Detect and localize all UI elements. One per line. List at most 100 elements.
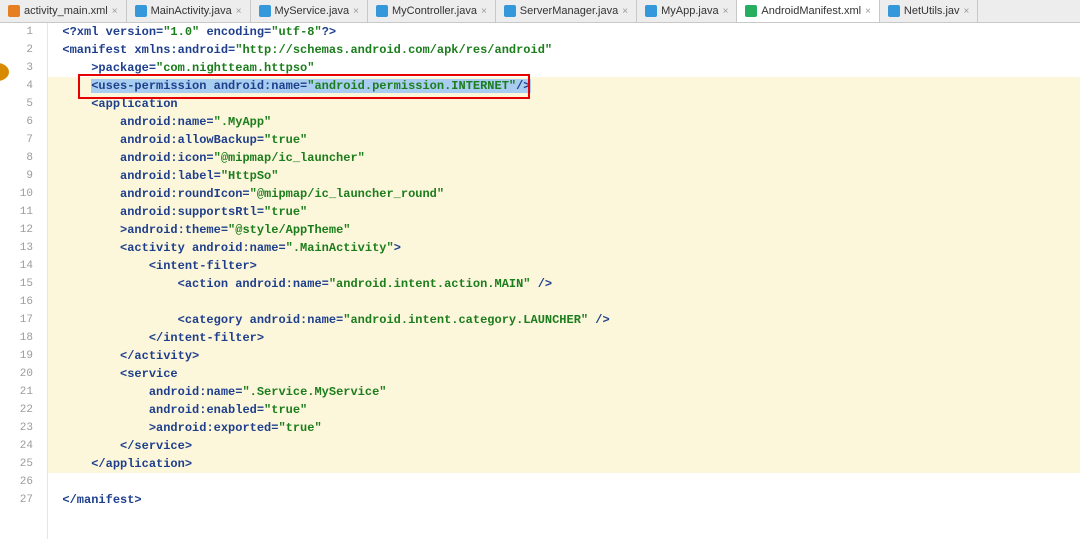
java-file-icon [888, 5, 900, 17]
code-line-27[interactable]: </manifest> [48, 491, 1080, 509]
tab-label: MyApp.java [661, 5, 718, 17]
tab-activity_main-xml[interactable]: activity_main.xml× [0, 0, 127, 22]
code-area[interactable]: <?xml version="1.0" encoding="utf-8"?> <… [48, 23, 1080, 539]
line-number: 17 [0, 311, 47, 329]
code-line-15[interactable]: <action android:name="android.intent.act… [48, 275, 1080, 293]
xml-tag: > [394, 241, 401, 255]
xml-attr: encoding= [199, 25, 271, 39]
code-line-2[interactable]: <manifest xmlns:android="http://schemas.… [48, 41, 1080, 59]
line-number: 13 [0, 239, 47, 257]
xml-tag: </application> [91, 457, 192, 471]
xml-attr: android:name= [149, 385, 243, 399]
code-editor[interactable]: 1234567891011121314151617181920212223242… [0, 23, 1080, 539]
xml-tag: </activity> [120, 349, 199, 363]
xml-value: "1.0" [163, 25, 199, 39]
xml-attr: android:exported= [156, 421, 278, 435]
tab-label: MyController.java [392, 5, 477, 17]
xml-value: ".MyApp" [214, 115, 272, 129]
tab-AndroidManifest-xml[interactable]: AndroidManifest.xml × [737, 0, 880, 22]
code-line-4[interactable]: <uses-permission android:name="android.p… [48, 77, 1080, 95]
xml-value: ".Service.MyService" [242, 385, 386, 399]
xml-value: "@style/AppTheme" [228, 223, 350, 237]
close-icon[interactable]: × [964, 6, 970, 17]
tab-MyController-java[interactable]: MyController.java × [368, 0, 496, 22]
code-line-10[interactable]: android:roundIcon="@mipmap/ic_launcher_r… [48, 185, 1080, 203]
line-number: 23 [0, 419, 47, 437]
xml-tag: <activity [120, 241, 192, 255]
tab-MyService-java[interactable]: MyService.java× [251, 0, 368, 22]
tab-NetUtils-jav[interactable]: NetUtils.jav× [880, 0, 978, 22]
code-line-8[interactable]: android:icon="@mipmap/ic_launcher" [48, 149, 1080, 167]
code-line-13[interactable]: <activity android:name=".MainActivity"> [48, 239, 1080, 257]
code-line-1[interactable]: <?xml version="1.0" encoding="utf-8"?> [48, 23, 1080, 41]
xml-attr: android:enabled= [149, 403, 264, 417]
xml-value: "true" [278, 421, 321, 435]
tab-label: MyService.java [275, 5, 350, 17]
tab-MainActivity-java[interactable]: MainActivity.java× [127, 0, 251, 22]
xml-file-icon [8, 5, 20, 17]
close-icon[interactable]: × [865, 6, 871, 17]
code-line-19[interactable]: </activity> [48, 347, 1080, 365]
line-number: 27 [0, 491, 47, 509]
xml-tag: </manifest> [62, 493, 141, 507]
line-gutter: 1234567891011121314151617181920212223242… [0, 23, 48, 539]
line-number: 26 [0, 473, 47, 491]
line-number: 22 [0, 401, 47, 419]
xml-attr: android:name= [235, 277, 329, 291]
line-number: 18 [0, 329, 47, 347]
code-line-5[interactable]: <application [48, 95, 1080, 113]
editor-tabs: activity_main.xml×MainActivity.java×MySe… [0, 0, 1080, 23]
tab-label: AndroidManifest.xml [761, 5, 861, 17]
code-line-20[interactable]: <service [48, 365, 1080, 383]
line-number: 24 [0, 437, 47, 455]
line-number: 5 [0, 95, 47, 113]
code-line-21[interactable]: android:name=".Service.MyService" [48, 383, 1080, 401]
code-line-18[interactable]: </intent-filter> [48, 329, 1080, 347]
code-line-3[interactable]: >package="com.nightteam.httpso" [48, 59, 1080, 77]
code-line-16[interactable] [48, 293, 1080, 311]
xml-attr: android:label= [120, 169, 221, 183]
xml-tag: </service> [120, 439, 192, 453]
code-line-14[interactable]: <intent-filter> [48, 257, 1080, 275]
tab-ServerManager-java[interactable]: ServerManager.java × [496, 0, 637, 22]
line-number: 4 [0, 77, 47, 95]
xml-tag: <action [178, 277, 236, 291]
line-number: 25 [0, 455, 47, 473]
java-file-icon [645, 5, 657, 17]
xml-value: "com.nightteam.httpso" [156, 61, 314, 75]
code-line-7[interactable]: android:allowBackup="true" [48, 131, 1080, 149]
close-icon[interactable]: × [481, 6, 487, 17]
code-line-22[interactable]: android:enabled="true" [48, 401, 1080, 419]
tab-MyApp-java[interactable]: MyApp.java × [637, 0, 737, 22]
line-number: 21 [0, 383, 47, 401]
xml-attr: android:name= [192, 241, 286, 255]
xml-value: "http://schemas.android.com/apk/res/andr… [235, 43, 552, 57]
xml-tag: /> [588, 313, 610, 327]
code-line-12[interactable]: >android:theme="@style/AppTheme" [48, 221, 1080, 239]
xml-attr: android:name= [250, 313, 344, 327]
code-line-23[interactable]: >android:exported="true" [48, 419, 1080, 437]
close-icon[interactable]: × [112, 6, 118, 17]
xml-value: ".MainActivity" [286, 241, 394, 255]
line-number: 12 [0, 221, 47, 239]
code-line-11[interactable]: android:supportsRtl="true" [48, 203, 1080, 221]
code-line-9[interactable]: android:label="HttpSo" [48, 167, 1080, 185]
close-icon[interactable]: × [353, 6, 359, 17]
xml-value: "true" [264, 133, 307, 147]
code-line-26[interactable] [48, 473, 1080, 491]
xml-tag: <?xml [62, 25, 98, 39]
xml-tag: <manifest [62, 43, 134, 57]
close-icon[interactable]: × [622, 6, 628, 17]
xml-tag: <uses-permission [91, 79, 213, 93]
code-line-24[interactable]: </service> [48, 437, 1080, 455]
code-line-17[interactable]: <category android:name="android.intent.c… [48, 311, 1080, 329]
close-icon[interactable]: × [236, 6, 242, 17]
line-number: 16 [0, 293, 47, 311]
code-line-6[interactable]: android:name=".MyApp" [48, 113, 1080, 131]
tab-label: ServerManager.java [520, 5, 618, 17]
code-line-25[interactable]: </application> [48, 455, 1080, 473]
line-number: 19 [0, 347, 47, 365]
xml-tag: <intent-filter> [149, 259, 257, 273]
close-icon[interactable]: × [723, 6, 729, 17]
xml-value: "@mipmap/ic_launcher_round" [250, 187, 444, 201]
